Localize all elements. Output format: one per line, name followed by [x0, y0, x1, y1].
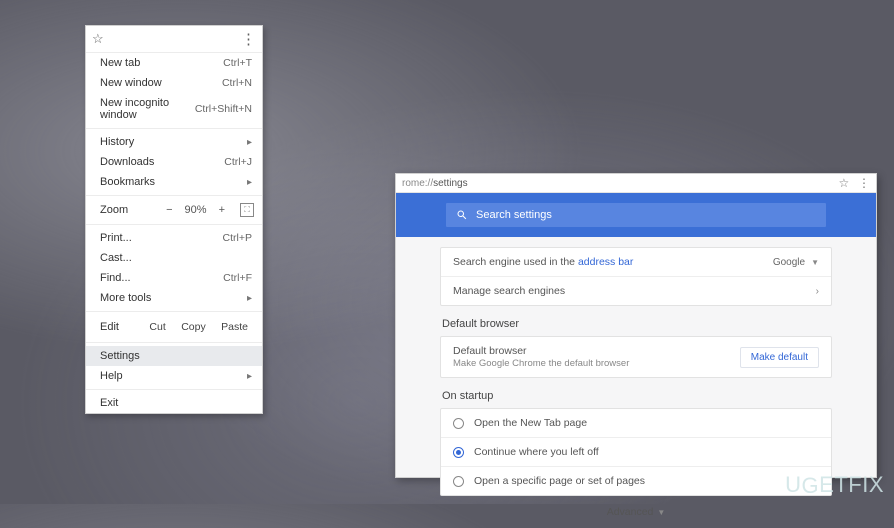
- search-icon: [456, 209, 468, 221]
- address-bar-text: rome://settings: [402, 178, 468, 189]
- radio-label: Open a specific page or set of pages: [474, 475, 645, 487]
- radio-label: Open the New Tab page: [474, 417, 587, 429]
- menu-item-downloads[interactable]: Downloads Ctrl+J: [86, 152, 262, 172]
- startup-opt-continue[interactable]: Continue where you left off: [441, 437, 831, 466]
- radio-label: Continue where you left off: [474, 446, 599, 458]
- menu-shortcut: Ctrl+J: [224, 156, 252, 168]
- row-label: Default browser: [453, 345, 629, 357]
- search-engine-text: Search engine used in the address bar: [453, 256, 633, 268]
- menu-item-exit[interactable]: Exit: [86, 393, 262, 413]
- menu-label: History: [100, 136, 134, 148]
- menu-label: New tab: [100, 57, 140, 69]
- menu-item-help[interactable]: Help ▸: [86, 366, 262, 386]
- search-engine-row[interactable]: Search engine used in the address bar Go…: [441, 248, 831, 276]
- menu-label: Bookmarks: [100, 176, 155, 188]
- submenu-arrow-icon: ▸: [247, 177, 252, 188]
- make-default-button[interactable]: Make default: [740, 347, 819, 368]
- default-browser-title: Default browser: [442, 318, 832, 330]
- titlebar-right: ☆ ⋮: [832, 176, 870, 190]
- row-subtext: Make Google Chrome the default browser: [453, 358, 629, 369]
- menu-label: New incognito window: [100, 97, 195, 121]
- menu-separator: [86, 389, 262, 390]
- search-engine-select[interactable]: Google ▼: [773, 257, 819, 268]
- menu-item-edit: Edit Cut Copy Paste: [86, 315, 262, 339]
- settings-search-input[interactable]: Search settings: [446, 203, 826, 227]
- search-placeholder: Search settings: [476, 209, 552, 221]
- menu-shortcut: Ctrl+Shift+N: [195, 103, 252, 115]
- menu-item-new-incognito[interactable]: New incognito window Ctrl+Shift+N: [86, 93, 262, 125]
- radio-icon[interactable]: [453, 476, 464, 487]
- menu-item-settings[interactable]: Settings: [86, 346, 262, 366]
- default-browser-row: Default browser Make Google Chrome the d…: [441, 337, 831, 377]
- menu-item-cast[interactable]: Cast...: [86, 248, 262, 268]
- paste-button[interactable]: Paste: [215, 319, 254, 335]
- zoom-label: Zoom: [100, 204, 148, 216]
- settings-window: rome://settings ☆ ⋮ Search settings Sear…: [395, 173, 877, 478]
- settings-search-bar: Search settings: [396, 193, 876, 237]
- menu-label: Help: [100, 370, 123, 382]
- menu-label: Settings: [100, 350, 140, 362]
- window-titlebar: rome://settings ☆ ⋮: [396, 174, 876, 193]
- menu-header: ☆ ⋮: [86, 26, 262, 53]
- submenu-arrow-icon: ▸: [247, 293, 252, 304]
- menu-label: Print...: [100, 232, 132, 244]
- menu-label: More tools: [100, 292, 151, 304]
- zoom-value: 90%: [182, 204, 210, 216]
- submenu-arrow-icon: ▸: [247, 371, 252, 382]
- row-label: Manage search engines: [453, 285, 565, 297]
- menu-item-zoom: Zoom − 90% + ⛶: [86, 199, 262, 221]
- menu-shortcut: Ctrl+F: [223, 272, 252, 284]
- zoom-in-button[interactable]: +: [216, 204, 228, 216]
- fullscreen-icon[interactable]: ⛶: [240, 203, 254, 217]
- menu-item-history[interactable]: History ▸: [86, 132, 262, 152]
- zoom-out-button[interactable]: −: [163, 204, 175, 216]
- menu-label: Downloads: [100, 156, 154, 168]
- submenu-arrow-icon: ▸: [247, 137, 252, 148]
- menu-shortcut: Ctrl+T: [223, 57, 252, 69]
- menu-label: Exit: [100, 397, 118, 409]
- manage-search-engines-row[interactable]: Manage search engines ›: [441, 276, 831, 305]
- chevron-right-icon: ›: [816, 286, 819, 297]
- radio-icon[interactable]: [453, 447, 464, 458]
- menu-shortcut: Ctrl+N: [222, 77, 252, 89]
- startup-opt-new-tab[interactable]: Open the New Tab page: [441, 409, 831, 437]
- advanced-toggle[interactable]: Advanced▼: [440, 496, 832, 522]
- cut-button[interactable]: Cut: [143, 319, 171, 335]
- menu-separator: [86, 342, 262, 343]
- menu-separator: [86, 128, 262, 129]
- menu-separator: [86, 195, 262, 196]
- menu-shortcut: Ctrl+P: [223, 232, 252, 244]
- search-engine-card: Search engine used in the address bar Go…: [440, 247, 832, 306]
- chrome-overflow-menu: ☆ ⋮ New tab Ctrl+T New window Ctrl+N New…: [85, 25, 263, 414]
- radio-icon[interactable]: [453, 418, 464, 429]
- more-menu-icon[interactable]: ⋮: [858, 176, 870, 190]
- menu-separator: [86, 224, 262, 225]
- menu-label: Cast...: [100, 252, 132, 264]
- menu-item-new-tab[interactable]: New tab Ctrl+T: [86, 53, 262, 73]
- watermark-logo: UGETFIX: [785, 472, 884, 498]
- menu-item-find[interactable]: Find... Ctrl+F: [86, 268, 262, 288]
- menu-item-new-window[interactable]: New window Ctrl+N: [86, 73, 262, 93]
- chevron-down-icon: ▼: [657, 508, 665, 517]
- menu-item-more-tools[interactable]: More tools ▸: [86, 288, 262, 308]
- default-browser-card: Default browser Make Google Chrome the d…: [440, 336, 832, 378]
- edit-label: Edit: [100, 321, 140, 333]
- on-startup-card: Open the New Tab page Continue where you…: [440, 408, 832, 496]
- more-menu-icon[interactable]: ⋮: [241, 30, 256, 48]
- address-bar-link[interactable]: address bar: [578, 256, 633, 268]
- bookmark-star-icon[interactable]: ☆: [92, 31, 104, 47]
- menu-label: Find...: [100, 272, 131, 284]
- copy-button[interactable]: Copy: [175, 319, 212, 335]
- on-startup-title: On startup: [442, 390, 832, 402]
- chevron-down-icon: ▼: [811, 258, 819, 267]
- menu-item-bookmarks[interactable]: Bookmarks ▸: [86, 172, 262, 192]
- menu-label: New window: [100, 77, 162, 89]
- startup-opt-specific[interactable]: Open a specific page or set of pages: [441, 466, 831, 495]
- menu-item-print[interactable]: Print... Ctrl+P: [86, 228, 262, 248]
- bookmark-star-icon[interactable]: ☆: [838, 176, 849, 190]
- menu-separator: [86, 311, 262, 312]
